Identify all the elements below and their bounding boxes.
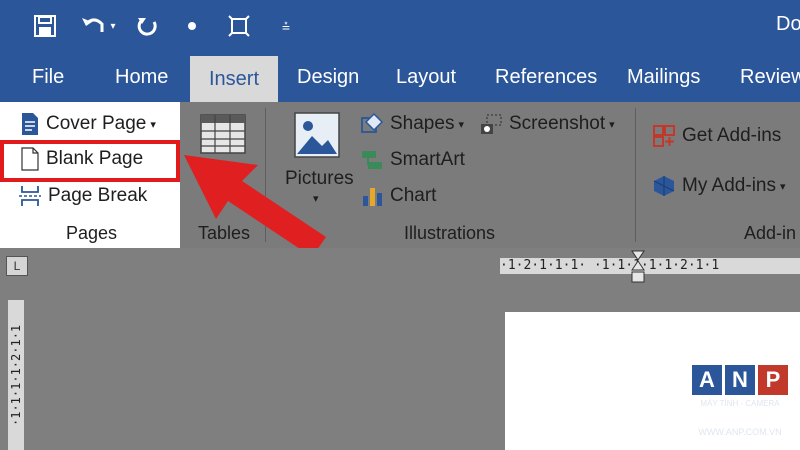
page-break-label: Page Break (48, 185, 148, 206)
ribbon-tabs: File Home Insert Design Layout Reference… (0, 52, 800, 102)
smartart-label: SmartArt (390, 149, 465, 170)
chart-icon (360, 184, 384, 208)
screenshot-button[interactable]: Screenshot ▾ (479, 112, 615, 136)
save-icon[interactable] (30, 10, 60, 42)
horizontal-ruler-ticks: ·1·2·1·1·1· ·1·1·1·1·1·2·1·1 (500, 258, 720, 273)
logo-letter-p: P (758, 365, 788, 395)
store-icon (652, 124, 676, 148)
chevron-down-icon: ▾ (609, 118, 615, 131)
tab-design[interactable]: Design (297, 52, 359, 102)
chevron-down-icon: ▾ (779, 180, 786, 193)
my-addins-icon (652, 174, 676, 198)
screenshot-frame-icon[interactable] (224, 10, 254, 42)
shapes-button[interactable]: Shapes ▾ (360, 112, 464, 136)
smartart-button[interactable]: SmartArt (360, 148, 465, 172)
tab-review[interactable]: Review (740, 52, 800, 102)
get-addins-button[interactable]: Get Add-ins (652, 124, 781, 148)
cover-page-button[interactable]: Cover Page ▾ (20, 112, 156, 136)
chevron-down-icon: ▾ (150, 118, 156, 131)
my-addins-label: My Add-ins (682, 175, 776, 196)
title-bar: ▾ ⩮ Do (0, 0, 800, 52)
undo-icon[interactable]: ▾ (74, 10, 122, 42)
document-title: Do (776, 13, 800, 35)
page-break-icon (18, 184, 42, 208)
group-label-pages: Pages (66, 223, 118, 243)
tab-home[interactable]: Home (115, 52, 168, 102)
logo-tagline: MÁY TÍNH - CAMERA (700, 399, 780, 408)
horizontal-ruler[interactable]: ·1·2·1·1·1· ·1·1·1·1·1·2·1·1 (500, 258, 800, 274)
screenshot-label: Screenshot (509, 113, 606, 134)
logo-letter-a: A (692, 365, 722, 395)
group-label-illustrations: Illustrations (404, 223, 496, 243)
chevron-down-icon: ▾ (458, 118, 464, 131)
indent-marker-icon[interactable] (630, 250, 646, 284)
touch-mode-icon[interactable] (184, 10, 200, 42)
tab-mailings[interactable]: Mailings (627, 52, 700, 102)
red-arrow-annotation (184, 155, 326, 257)
word-window: ▾ ⩮ Do File Home Insert Design Layout Re… (0, 0, 800, 450)
tab-insert[interactable]: Insert (190, 56, 279, 102)
tab-file[interactable]: File (32, 52, 64, 102)
get-addins-label: Get Add-ins (682, 125, 782, 146)
logo-letter-n: N (725, 365, 755, 395)
chart-label: Chart (390, 185, 437, 206)
chart-button[interactable]: Chart (360, 184, 436, 208)
cover-page-icon (20, 112, 40, 136)
my-addins-button[interactable]: My Add-ins ▾ (652, 174, 786, 198)
group-label-addins: Add-in (744, 223, 797, 243)
shapes-label: Shapes (390, 113, 455, 134)
logo-phone: 098 772 0 772 (704, 411, 776, 423)
smartart-icon (360, 148, 384, 172)
cover-page-label: Cover Page (46, 113, 147, 134)
screenshot-icon (479, 112, 503, 136)
tab-references[interactable]: References (495, 52, 597, 102)
redo-icon[interactable] (134, 10, 162, 42)
blank-page-highlight (0, 140, 180, 182)
tab-selector[interactable]: L (6, 256, 28, 276)
anp-logo: A N P MÁY TÍNH - CAMERA 098 772 0 772 WW… (690, 365, 790, 445)
group-separator (635, 108, 636, 242)
page-break-button[interactable]: Page Break (18, 184, 147, 208)
customize-qat-icon[interactable]: ⩮ (278, 10, 294, 42)
vertical-ruler-ticks: ·1·1·1·1·2·1·1 (9, 324, 23, 426)
logo-website: WWW.ANP.COM.VN (698, 427, 782, 437)
shapes-icon (360, 112, 384, 136)
tab-layout[interactable]: Layout (396, 52, 456, 102)
